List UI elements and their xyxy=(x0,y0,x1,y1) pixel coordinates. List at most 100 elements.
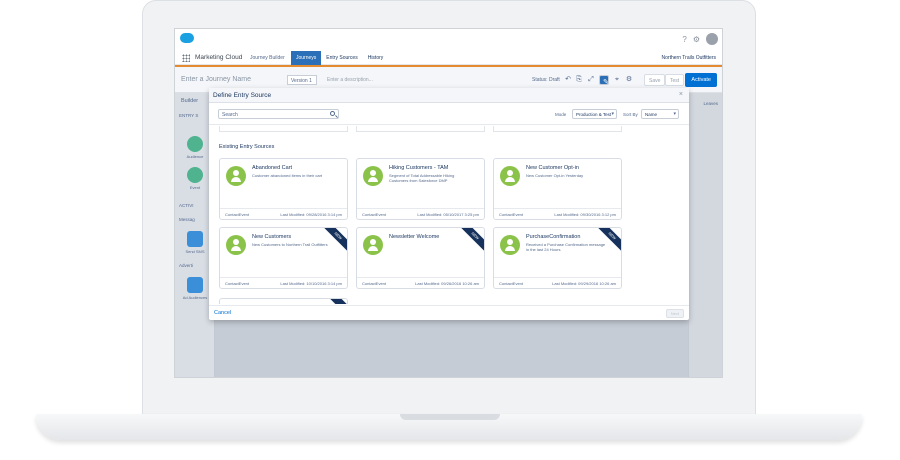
entry-source-card[interactable]: New Customers New Customers to Northern … xyxy=(219,227,348,289)
test-button[interactable]: Test xyxy=(665,74,685,86)
card-footer: ContactEvent Last Modified: 09/28/2016 3… xyxy=(220,208,347,219)
card-type: ContactEvent xyxy=(362,281,387,286)
next-row-card-edge xyxy=(219,298,348,304)
laptop-notch xyxy=(400,414,500,420)
tab-journeys[interactable]: Journeys xyxy=(291,51,322,65)
card-footer: ContactEvent Last Modified: 05/10/2017 3… xyxy=(357,208,484,219)
settings-gear-icon[interactable]: ⚙ xyxy=(624,75,634,85)
edit-icon[interactable]: ✎ xyxy=(599,75,609,86)
card-modified: Last Modified: 09/29/2016 10:26 am xyxy=(552,281,616,286)
card-modified: Last Modified: 09/30/2016 3:12 pm xyxy=(554,212,616,217)
messages-section-label: Messag xyxy=(179,217,195,222)
modal-title: Define Entry Source xyxy=(213,92,272,99)
chevron-down-icon: ▾ xyxy=(673,111,676,117)
mode-select[interactable]: Production & Test ▾ xyxy=(572,109,617,119)
scrolled-card-edge xyxy=(493,126,622,132)
help-icon[interactable]: ? xyxy=(682,35,686,44)
save-button[interactable]: Save xyxy=(644,74,666,86)
event-icon[interactable] xyxy=(187,167,203,183)
app-launcher-icon[interactable] xyxy=(182,54,190,62)
status-label: Status: Draft xyxy=(532,77,560,83)
app-screen: ? ⚙ Marketing Cloud Journey Builder Jour… xyxy=(174,28,723,378)
card-modified: Last Modified: 10/10/2016 3:14 pm xyxy=(280,281,342,286)
define-entry-source-modal: Define Entry Source × Search Mode Produc… xyxy=(209,88,689,320)
audience-icon[interactable] xyxy=(187,136,203,152)
entry-source-card[interactable]: Hiking Customers - TAM Segment of Total … xyxy=(356,158,485,220)
contact-avatar-icon xyxy=(363,166,383,186)
contact-avatar-icon xyxy=(500,166,520,186)
card-title: Abandoned Cart xyxy=(252,165,293,171)
mode-label: Mode xyxy=(555,112,567,117)
undo-icon[interactable]: ↶ xyxy=(563,75,573,85)
card-title: PurchaseConfirmation xyxy=(526,234,581,240)
search-placeholder: Search xyxy=(222,112,238,118)
builder-title: Builder xyxy=(181,98,199,104)
salesforce-cloud-logo xyxy=(180,33,194,43)
card-description: Segment of Total Addressable Hiking Cust… xyxy=(389,173,455,183)
org-switcher[interactable]: Northern Trails Outfitters xyxy=(662,55,716,61)
entry-source-card[interactable]: New Customer Opt-in New Customer Opt-in … xyxy=(493,158,622,220)
entry-source-card[interactable]: Abandoned Cart Customer abandoned items … xyxy=(219,158,348,220)
close-icon[interactable]: × xyxy=(679,91,683,98)
search-input[interactable]: Search xyxy=(218,109,339,119)
breadcrumb[interactable]: Journey Builder xyxy=(250,55,285,61)
global-header: ? ⚙ xyxy=(175,29,722,51)
activities-section-label: ACTIVI xyxy=(179,203,194,208)
card-type: ContactEvent xyxy=(225,281,250,286)
journey-name-input[interactable]: Enter a Journey Name xyxy=(181,76,251,83)
goals-icon[interactable]: ⌖ xyxy=(612,75,622,85)
card-modified: Last Modified: 05/10/2017 3:25 pm xyxy=(417,212,479,217)
tab-entry-sources[interactable]: Entry Sources xyxy=(321,51,362,65)
laptop-mockup: ? ⚙ Marketing Cloud Journey Builder Jour… xyxy=(0,0,900,460)
card-type: ContactEvent xyxy=(225,212,250,217)
entry-section-label: ENTRY S xyxy=(179,113,199,118)
card-type: ContactEvent xyxy=(499,281,524,286)
card-footer: ContactEvent Last Modified: 09/29/2016 1… xyxy=(494,277,621,288)
card-footer: ContactEvent Last Modified: 09/26/2016 1… xyxy=(357,277,484,288)
entry-source-card[interactable]: Newsletter Welcome NEW ContactEvent Last… xyxy=(356,227,485,289)
card-title: Hiking Customers - TAM xyxy=(389,165,449,171)
description-input[interactable]: Enter a description... xyxy=(327,77,373,83)
card-description: Received a Purchase Confirmation message… xyxy=(526,242,606,252)
next-button[interactable]: Next xyxy=(666,309,684,318)
entry-source-card[interactable]: PurchaseConfirmation Received a Purchase… xyxy=(493,227,622,289)
card-footer: ContactEvent Last Modified: 10/10/2016 3… xyxy=(220,277,347,288)
card-footer: ContactEvent Last Modified: 09/30/2016 3… xyxy=(494,208,621,219)
card-title: New Customer Opt-in xyxy=(526,165,579,171)
copy-icon[interactable]: ⎘ xyxy=(574,75,584,85)
filter-bar: Search Mode Production & Test ▾ Sort By … xyxy=(209,103,689,125)
card-description: New Customer Opt-in Yesterday xyxy=(526,173,584,178)
scrolled-card-edge xyxy=(219,126,348,132)
sms-icon[interactable] xyxy=(187,231,203,247)
contact-avatar-icon xyxy=(500,235,520,255)
card-description: Customer abandoned items in their cart xyxy=(252,173,323,178)
new-badge: NEW xyxy=(319,228,347,255)
sort-value: Name xyxy=(645,112,658,117)
tab-history[interactable]: History xyxy=(363,51,389,65)
card-modified: Last Modified: 09/26/2016 10:26 am xyxy=(415,281,479,286)
search-icon xyxy=(330,111,335,116)
app-nav-bar: Marketing Cloud Journey Builder Journeys… xyxy=(175,51,722,65)
sort-select[interactable]: Name ▾ xyxy=(641,109,679,119)
app-name: Marketing Cloud xyxy=(195,54,243,61)
expand-icon[interactable]: ⤢ xyxy=(586,75,596,85)
card-type: ContactEvent xyxy=(362,212,387,217)
rail-label: Leaves xyxy=(703,101,718,106)
chevron-down-icon: ▾ xyxy=(611,111,614,117)
advertising-section-label: Adverti xyxy=(179,263,194,268)
ad-audiences-icon[interactable] xyxy=(187,277,203,293)
card-title: Newsletter Welcome xyxy=(389,234,440,240)
card-modified: Last Modified: 09/28/2016 3:14 pm xyxy=(280,212,342,217)
version-select[interactable]: Version 1 xyxy=(287,75,317,85)
cancel-button[interactable]: Cancel xyxy=(214,310,231,316)
contact-avatar-icon xyxy=(226,235,246,255)
nav-tabs: Journeys Entry Sources History xyxy=(291,51,388,65)
settings-icon[interactable]: ⚙ xyxy=(693,35,700,44)
card-description: New Customers to Northern Trail Outfitte… xyxy=(252,242,328,247)
activate-button[interactable]: Activate xyxy=(685,73,717,87)
user-avatar[interactable] xyxy=(706,33,718,45)
scrolled-card-edge xyxy=(356,126,485,132)
contact-avatar-icon xyxy=(363,235,383,255)
contact-avatar-icon xyxy=(226,166,246,186)
header-icons: ? ⚙ xyxy=(682,33,718,45)
